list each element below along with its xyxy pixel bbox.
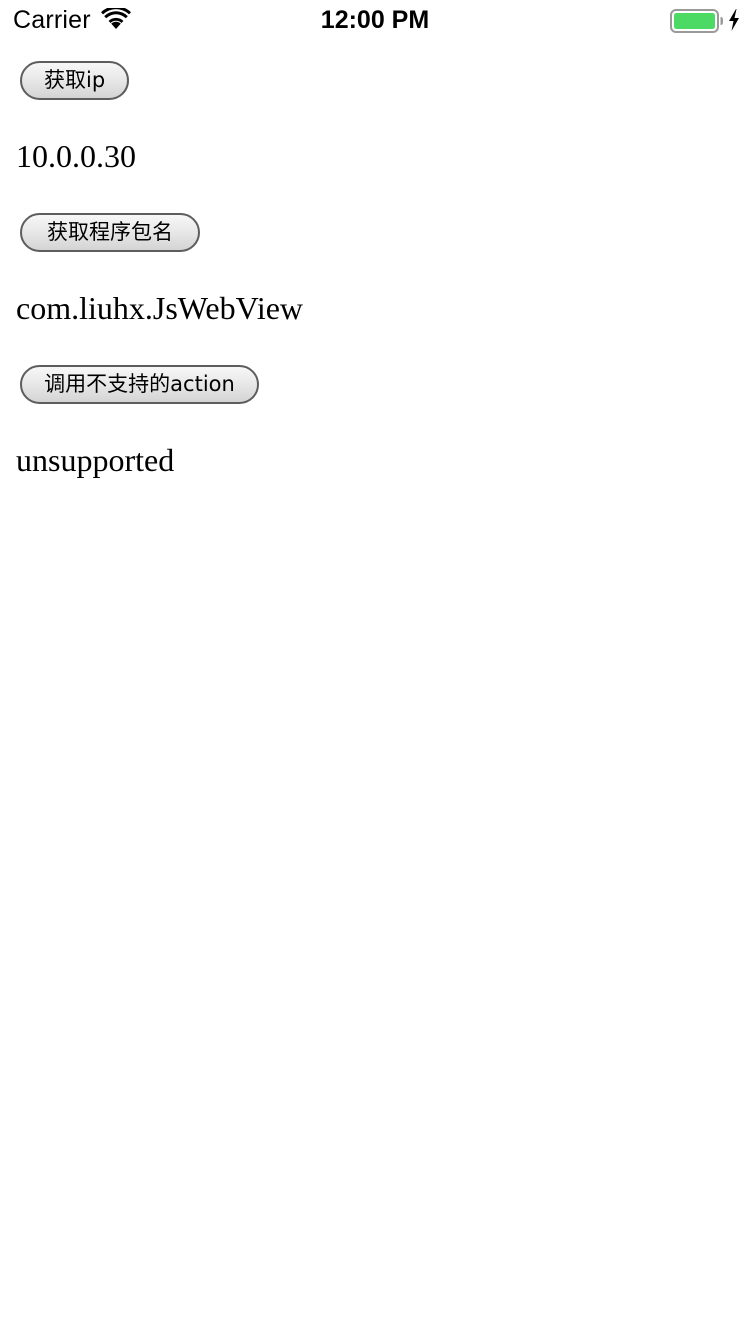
unsupported-action-button[interactable]: 调用不支持的action — [20, 365, 259, 404]
get-ip-button[interactable]: 获取ip — [20, 61, 129, 100]
battery-icon — [670, 9, 723, 33]
status-bar: Carrier 12:00 PM — [0, 0, 750, 40]
charging-icon — [729, 9, 739, 31]
unsupported-result-text: unsupported — [16, 442, 175, 478]
get-package-name-button[interactable]: 获取程序包名 — [20, 213, 200, 252]
package-name-result-text: com.liuhx.JsWebView — [16, 290, 304, 326]
clock: 12:00 PM — [320, 6, 430, 34]
ip-result-text: 10.0.0.30 — [16, 138, 136, 174]
